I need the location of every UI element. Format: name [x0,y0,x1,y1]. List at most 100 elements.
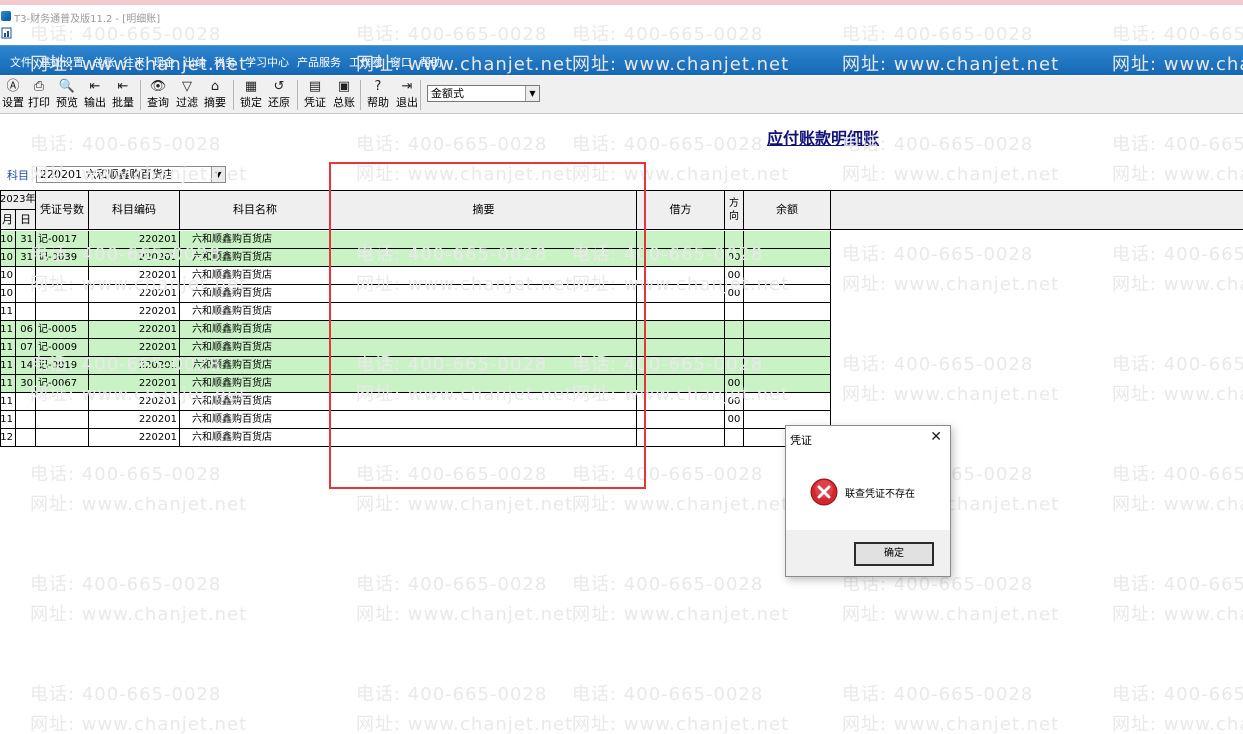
cell-month: 11 [0,321,16,339]
watermark-site: 网址: www.chanjet.net [1112,164,1243,185]
toolbar-printer-button[interactable]: ⎙ 打印 [26,78,52,112]
toolbar-ledger-button[interactable]: ▣ 总账 [331,78,357,112]
cell-voucher: 记-0009 [36,339,89,357]
watermark-phone: 电话: 400-665-0028 [842,684,1034,705]
menu-item-10[interactable]: 窗口 [390,54,412,70]
subject-select[interactable]: 220201 六和顺鑫购百货店 ▼ [36,166,226,183]
watermark-site: 网址: www.chanjet.net [30,494,248,515]
toolbar-lock-button[interactable]: ▦ 锁定 [238,78,264,112]
cell-day [16,285,36,303]
cell-dir: 00 [725,393,744,411]
cell-voucher: 记-0005 [36,321,89,339]
watermark-site: 网址: www.chanjet.net [572,494,790,515]
cell-month: 10 [0,231,16,249]
export-icon: ⇤ [89,79,101,94]
watermark-site: 网址: www.chanjet.net [356,494,574,515]
cell-day [16,267,36,285]
watermark-phone: 电话: 400-665-0028 [1112,684,1243,705]
cell-voucher [36,393,89,411]
cell-balance [744,303,831,321]
cell-day: 06 [16,321,36,339]
toolbar-voucher-button[interactable]: ▤ 凭证 [302,78,328,112]
toolbar-export-button[interactable]: ⇤ 输出 [82,78,108,112]
menu-item-5[interactable]: 出纳 [184,54,206,70]
watermark-site: 网址: www.chanjet.net [572,164,790,185]
cell-code: 220201 [89,339,180,357]
ok-button[interactable]: 确定 [854,542,934,566]
cell-name: 六和顺鑫购百货店 [180,375,331,393]
toolbar-summary-button[interactable]: ⌂ 摘要 [202,78,228,112]
summary-header: 摘要 [331,191,637,230]
cell-debit [637,303,725,321]
app-logo-icon [1,11,11,21]
menu-item-11[interactable]: 帮助 [420,54,442,70]
cell-balance [744,321,831,339]
cell-name: 六和顺鑫购百货店 [180,321,331,339]
watermark-site: 网址: www.chanjet.net [30,604,248,625]
menu-item-3[interactable]: 往来 [123,54,145,70]
toolbar-filter-button[interactable]: ▽ 过滤 [174,78,200,112]
cell-summary [331,249,637,267]
document-icon [1,27,12,39]
menu-item-0[interactable]: 文件 [10,54,32,70]
toolbar-button-label: 凭证 [304,96,326,109]
cell-name: 六和顺鑫购百货店 [180,357,331,375]
menu-item-4[interactable]: 现金 [153,54,175,70]
menu-item-9[interactable]: 工作圈 [349,54,382,70]
cell-summary [331,411,637,429]
cell-voucher [36,285,89,303]
toolbar-button-label: 查询 [147,96,169,109]
watermark-phone: 电话: 400-665-0028 [1112,574,1243,595]
cell-debit [637,411,725,429]
toolbar-button-label: 帮助 [367,96,389,109]
cell-balance [744,357,831,375]
cell-name: 六和顺鑫购百货店 [180,267,331,285]
cell-voucher [36,303,89,321]
toolbar-restore-button[interactable]: ↺ 还原 [266,78,292,112]
menu-item-7[interactable]: 学习中心 [245,54,289,70]
direction-header: 方向 [725,191,744,230]
toolbar-separator [420,80,421,110]
cell-voucher: 记-0019 [36,357,89,375]
menu-item-2[interactable]: 总账 [93,54,115,70]
toolbar-separator [233,80,234,110]
toolbar-preview-button[interactable]: 🔍 预览 [54,78,80,112]
toolbar-help-button[interactable]: ? 帮助 [365,78,391,112]
toolbar-binoculars-button[interactable]: 👁 查询 [145,78,171,112]
ledger-icon: ▣ [337,79,351,94]
cell-code: 220201 [89,411,180,429]
menu-item-8[interactable]: 产品服务 [297,54,341,70]
toolbar-separator [297,80,298,110]
table-left-border [0,190,1,447]
cell-debit [637,321,725,339]
watermark-phone: 电话: 400-665-0028 [572,134,764,155]
toolbar-exit-button[interactable]: ⇥ 退出 [394,78,420,112]
cell-voucher: 记-0017 [36,231,89,249]
cell-dir: 00 [725,411,744,429]
watermark-phone: 电话: 400-665-0028 [30,134,222,155]
toolbar: 金额式 ▼ Ⓐ 设置 ⎙ 打印 🔍 预览 ⇤ 输出 ⇤ 批量 👁 查询 ▽ 过滤 ⌂ 摘要 ▦ 锁定 ↺ 还原 ▤ 凭证 ▣… [0,76,1243,114]
voucher-no-header: 凭证号数 [36,191,89,230]
cell-name: 六和顺鑫购百货店 [180,429,331,447]
cell-summary [331,285,637,303]
format-select-value: 金额式 [431,87,464,100]
cell-name: 六和顺鑫购百货店 [180,285,331,303]
cell-name: 六和顺鑫购百货店 [180,339,331,357]
watermark-phone: 电话: 400-665-0028 [572,684,764,705]
watermark-phone: 电话: 400-665-0028 [356,574,548,595]
menu-item-1[interactable]: 基础设置 [40,54,84,70]
cell-dir [725,429,744,447]
toolbar-button-label: 预览 [56,96,78,109]
cell-summary [331,375,637,393]
toolbar-batch-button[interactable]: ⇤ 批量 [110,78,136,112]
debit-header: 借方 [637,191,725,230]
watermark-phone: 电话: 400-665-0028 [1112,464,1243,485]
close-icon[interactable]: ✕ [930,429,942,445]
watermark-site: 网址: www.chanjet.net [1112,604,1243,625]
day-header: 日 [16,210,36,230]
cell-code: 220201 [89,231,180,249]
menu-item-6[interactable]: 税务 [214,54,236,70]
toolbar-button-label: 退出 [396,96,418,109]
toolbar-settings-button[interactable]: Ⓐ 设置 [0,78,26,112]
format-select[interactable]: 金额式 ▼ [427,85,540,102]
